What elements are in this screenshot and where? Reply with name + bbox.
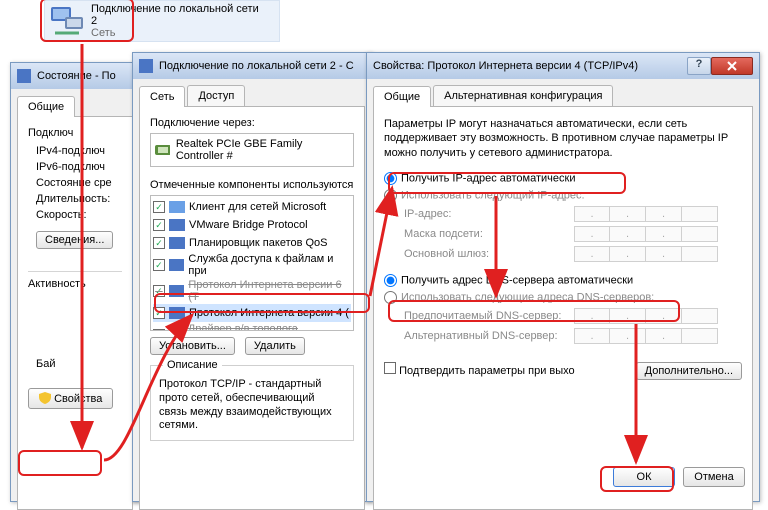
checkbox-checked-icon: ✓ <box>153 329 165 331</box>
window-icon <box>17 69 31 83</box>
ipv6-label: IPv6-подключ <box>36 161 122 173</box>
checkbox-checked-icon: ✓ <box>153 237 165 249</box>
status-window: Состояние - По Общие Подключ IPv4-подклю… <box>10 62 140 502</box>
speed-label: Скорость: <box>36 209 122 221</box>
checkbox-checked-icon: ✓ <box>153 259 165 271</box>
description-text: Протокол TCP/IP - стандартный прото сете… <box>159 378 345 433</box>
dns-pref-input: ... <box>574 308 742 324</box>
checkbox-unchecked-icon <box>384 362 396 374</box>
list-item[interactable]: ✓Клиент для сетей Microsoft <box>153 198 351 216</box>
window-icon <box>139 59 153 73</box>
list-item-ipv4[interactable]: ✓Протокол Интернета версии 4 ( <box>153 304 351 322</box>
adapter-name: Realtek PCIe GBE Family Controller # <box>176 138 349 162</box>
connect-via-label: Подключение через: <box>150 117 354 129</box>
mask-label: Маска подсети: <box>404 228 574 240</box>
intro-text: Параметры IP могут назначаться автоматич… <box>384 117 742 160</box>
ip-address-label: IP-адрес: <box>404 208 574 220</box>
section-connection: Подключ <box>28 127 122 139</box>
bridge-icon <box>169 217 185 233</box>
duration-label: Длительность: <box>36 193 122 205</box>
ipv6-icon <box>169 283 185 299</box>
tab-general[interactable]: Общие <box>373 86 431 107</box>
tab-general[interactable]: Общие <box>17 96 75 117</box>
ipv4-properties-window: Свойства: Протокол Интернета версии 4 (T… <box>366 52 760 502</box>
dns-alt-input: ... <box>574 328 742 344</box>
driver-icon <box>169 327 184 331</box>
dns-alt-label: Альтернативный DNS-сервер: <box>404 330 574 342</box>
list-item[interactable]: ✓Драйвер в/в тополога канального <box>153 322 351 331</box>
radio-dns-manual[interactable]: Использовать следующие адреса DNS-сервер… <box>384 291 742 304</box>
dns-pref-label: Предпочитаемый DNS-сервер: <box>404 310 574 322</box>
connection-shortcut-label: Подключение по локальной сети 2 Сеть <box>91 3 259 39</box>
validate-checkbox[interactable]: Подтвердить параметры при выхо Дополните… <box>384 362 742 377</box>
ipv4-titlebar[interactable]: Свойства: Протокол Интернета версии 4 (T… <box>367 53 759 79</box>
qos-icon <box>169 235 185 251</box>
adapter-icon <box>155 142 170 158</box>
share-icon <box>169 257 185 273</box>
description-title: Описание <box>163 359 222 371</box>
list-item[interactable]: ✓Протокол Интернета версии 6 (T <box>153 278 351 304</box>
help-button[interactable]: ? <box>687 57 711 75</box>
list-item[interactable]: ✓Служба доступа к файлам и при <box>153 252 351 278</box>
cancel-button[interactable]: Отмена <box>683 467 745 487</box>
connection-properties-window: Подключение по локальной сети 2 - С Сеть… <box>132 52 372 502</box>
install-button[interactable]: Установить... <box>150 337 235 355</box>
lan-icon <box>49 3 85 39</box>
mask-input: ... <box>574 226 742 242</box>
checkbox-checked-icon: ✓ <box>153 201 165 213</box>
ipv4-title: Свойства: Протокол Интернета версии 4 (T… <box>373 60 638 72</box>
activity-title: Активность <box>28 278 122 290</box>
client-icon <box>169 199 185 215</box>
ip-address-input: ... <box>574 206 742 222</box>
details-button[interactable]: Сведения... <box>36 231 113 249</box>
list-item[interactable]: ✓VMware Bridge Protocol <box>153 216 351 234</box>
tab-access[interactable]: Доступ <box>187 85 245 106</box>
status-titlebar[interactable]: Состояние - По <box>11 63 139 89</box>
components-label: Отмеченные компоненты используются <box>150 179 354 191</box>
conn-props-titlebar[interactable]: Подключение по локальной сети 2 - С <box>133 53 371 79</box>
properties-button[interactable]: Свойства <box>28 388 113 409</box>
radio-ip-manual[interactable]: Использовать следующий IP-адрес: <box>384 189 742 202</box>
gateway-input: ... <box>574 246 742 262</box>
advanced-button[interactable]: Дополнительно... <box>636 362 742 380</box>
close-button[interactable] <box>711 57 753 75</box>
ok-button[interactable]: ОК <box>613 467 675 487</box>
checkbox-checked-icon: ✓ <box>153 219 165 231</box>
radio-ip-auto[interactable]: Получить IP-адрес автоматически <box>384 172 742 185</box>
tab-network[interactable]: Сеть <box>139 86 185 107</box>
remove-button[interactable]: Удалить <box>245 337 305 355</box>
checkbox-checked-icon: ✓ <box>153 285 165 297</box>
gateway-label: Основной шлюз: <box>404 248 574 260</box>
conn-props-title: Подключение по локальной сети 2 - С <box>159 60 354 72</box>
close-icon <box>727 61 737 71</box>
ipv4-label: IPv4-подключ <box>36 145 122 157</box>
status-title: Состояние - По <box>37 70 116 82</box>
bytes-label: Бай <box>36 358 122 370</box>
shield-icon <box>39 392 51 404</box>
ipv4-icon <box>169 305 185 321</box>
list-item[interactable]: ✓Планировщик пакетов QoS <box>153 234 351 252</box>
checkbox-checked-icon: ✓ <box>153 307 165 319</box>
media-state-label: Состояние сре <box>36 177 122 189</box>
connection-shortcut[interactable]: Подключение по локальной сети 2 Сеть <box>44 0 280 42</box>
tab-alt-config[interactable]: Альтернативная конфигурация <box>433 85 613 106</box>
radio-dns-auto[interactable]: Получить адрес DNS-сервера автоматически <box>384 274 742 287</box>
